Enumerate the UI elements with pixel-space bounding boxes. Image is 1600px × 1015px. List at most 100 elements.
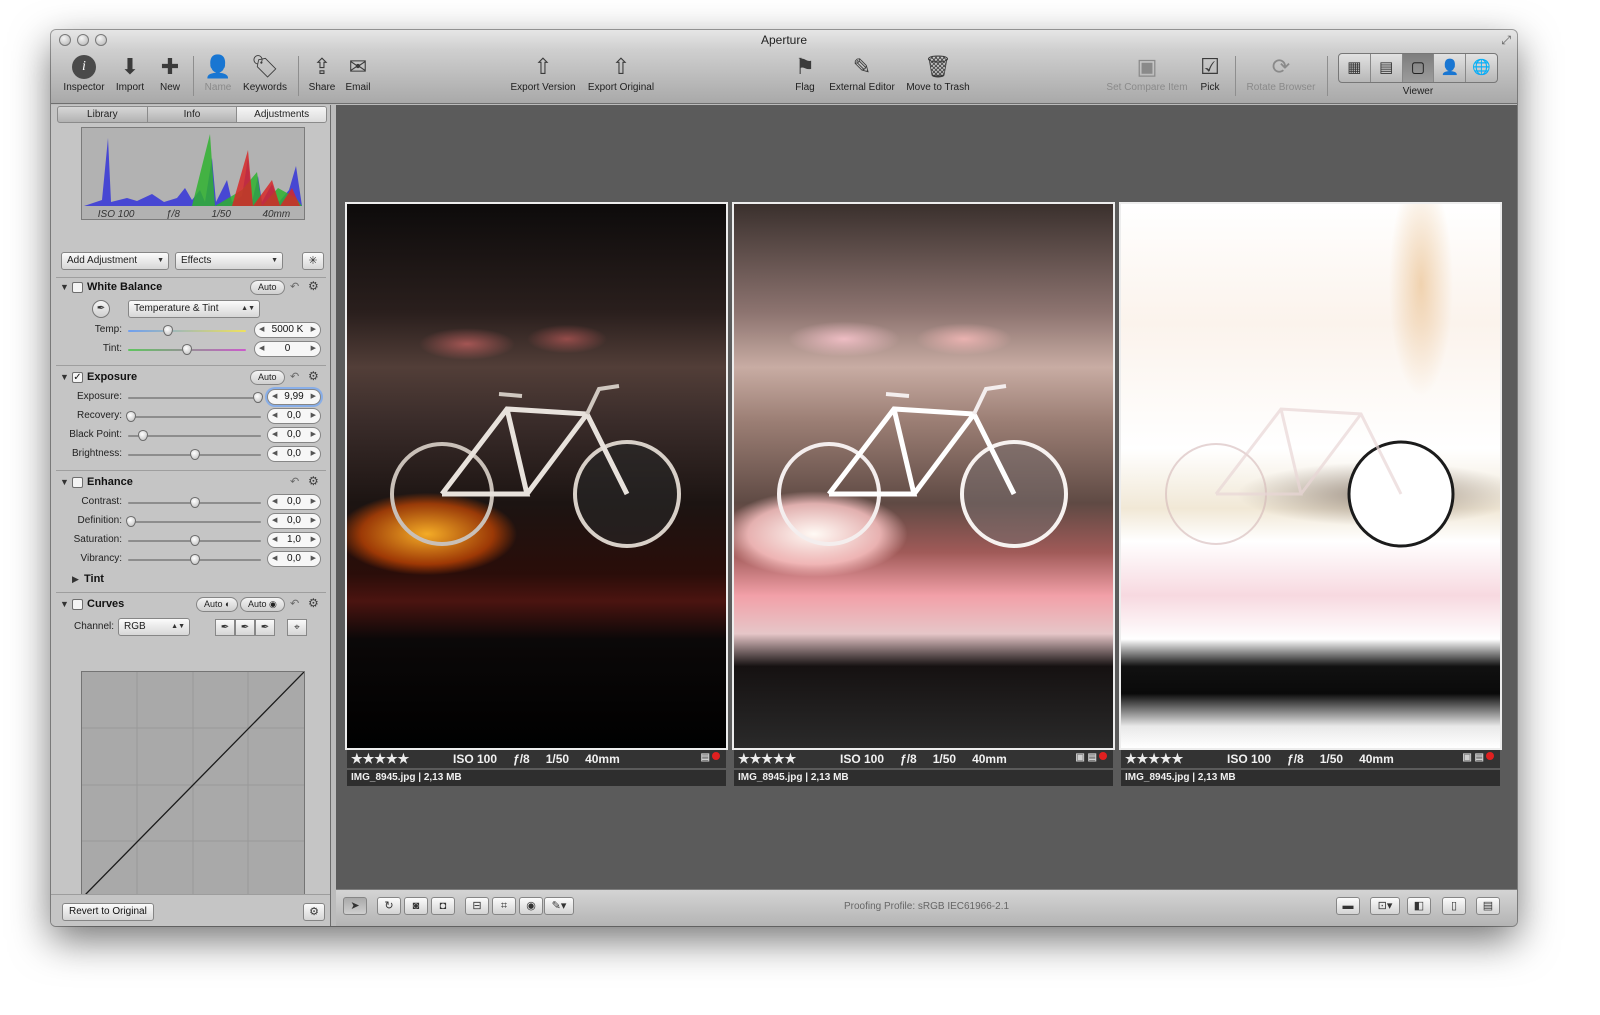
slider-thumb[interactable] bbox=[190, 554, 200, 565]
gear-icon[interactable]: ⚙ bbox=[308, 596, 319, 610]
reset-icon[interactable]: ↶ bbox=[290, 370, 299, 383]
sidebar-toggle-icon[interactable]: ▤ bbox=[1476, 897, 1500, 915]
full-screen-icon[interactable]: ▬ bbox=[1336, 897, 1360, 915]
add-adjustment-popup[interactable]: Add Adjustment ▼ bbox=[61, 252, 169, 270]
slider-thumb[interactable] bbox=[163, 325, 173, 336]
curves-auto-button[interactable]: Auto ◐ bbox=[196, 597, 239, 612]
recovery-stepper[interactable]: ◀ 0,0 ▶ bbox=[267, 408, 321, 424]
saturation-stepper[interactable]: ◀ 1,0 ▶ bbox=[267, 532, 321, 548]
inspector-button[interactable]: i Inspector bbox=[61, 52, 107, 93]
brightness-slider[interactable] bbox=[128, 449, 261, 460]
star-rating[interactable]: ★★★★★ bbox=[351, 751, 409, 767]
exposure-checkbox[interactable]: ✓ bbox=[72, 372, 83, 383]
quick-fix-wand-button[interactable]: ✳ bbox=[302, 252, 324, 270]
reset-icon[interactable]: ↶ bbox=[290, 597, 299, 610]
slider-thumb[interactable] bbox=[253, 392, 263, 403]
definition-stepper[interactable]: ◀ 0,0 ▶ bbox=[267, 513, 321, 529]
disclosure-closed-icon[interactable]: ▶ bbox=[72, 574, 79, 585]
disclosure-open-icon[interactable]: ▼ bbox=[60, 282, 69, 292]
eyedropper-icon[interactable]: ✒ bbox=[92, 300, 110, 318]
curves-auto-color-button[interactable]: Auto ◉ bbox=[240, 597, 285, 612]
white-balance-checkbox[interactable] bbox=[72, 282, 83, 293]
hud-icon[interactable]: ◧ bbox=[1407, 897, 1431, 915]
black-point-slider[interactable] bbox=[128, 430, 261, 441]
white-eyedropper-icon[interactable]: ✒ bbox=[255, 619, 275, 636]
curves-checkbox[interactable] bbox=[72, 599, 83, 610]
pick-button[interactable]: ☑ Pick bbox=[1195, 52, 1225, 93]
brightness-stepper[interactable]: ◀ 0,0 ▶ bbox=[267, 446, 321, 462]
move-to-trash-button[interactable]: 🗑 Move to Trash bbox=[902, 52, 974, 93]
email-button[interactable]: ✉ Email bbox=[341, 52, 375, 93]
image-frame-2[interactable] bbox=[732, 202, 1115, 750]
disclosure-open-icon[interactable]: ▼ bbox=[60, 477, 69, 487]
faces-icon[interactable]: 👤 bbox=[1434, 54, 1467, 82]
tab-library[interactable]: Library bbox=[58, 107, 148, 122]
filmstrip-options-icon[interactable]: ⊡▾ bbox=[1370, 897, 1400, 915]
tint-subsection-header[interactable]: ▶ Tint bbox=[51, 571, 330, 589]
white-balance-auto-button[interactable]: Auto bbox=[250, 280, 285, 295]
export-version-button[interactable]: ⇧ Export Version bbox=[506, 52, 580, 93]
gear-icon[interactable]: ⚙ bbox=[308, 369, 319, 383]
fullscreen-icon[interactable]: ⤢ bbox=[1501, 33, 1511, 48]
single-page-icon[interactable]: ▯ bbox=[1442, 897, 1466, 915]
external-editor-button[interactable]: ✎ External Editor bbox=[825, 52, 899, 93]
star-rating[interactable]: ★★★★★ bbox=[1125, 751, 1183, 767]
export-original-button[interactable]: ⇧ Export Original bbox=[583, 52, 659, 93]
disclosure-open-icon[interactable]: ▼ bbox=[60, 372, 69, 382]
keywords-button[interactable]: 🏷 Keywords bbox=[239, 52, 291, 93]
gear-icon[interactable]: ⚙ bbox=[308, 279, 319, 293]
gray-eyedropper-icon[interactable]: ✒ bbox=[235, 619, 255, 636]
slider-thumb[interactable] bbox=[190, 497, 200, 508]
flag-button[interactable]: ⚑ Flag bbox=[788, 52, 822, 93]
temp-stepper[interactable]: ◀ 5000 K ▶ bbox=[254, 322, 321, 338]
exposure-stepper[interactable]: ◀ 9,99 ▶ bbox=[267, 389, 321, 405]
add-point-crosshair-icon[interactable]: ⌖ bbox=[287, 619, 307, 636]
viewer-only-icon[interactable]: ▢ bbox=[1402, 54, 1435, 82]
reset-icon[interactable]: ↶ bbox=[290, 280, 299, 293]
slider-thumb[interactable] bbox=[190, 535, 200, 546]
slider-thumb[interactable] bbox=[138, 430, 148, 441]
browser-grid-icon[interactable]: ▦ bbox=[1339, 54, 1371, 82]
exposure-auto-button[interactable]: Auto bbox=[250, 370, 285, 385]
enhance-checkbox[interactable] bbox=[72, 477, 83, 488]
definition-slider[interactable] bbox=[126, 516, 261, 527]
places-globe-icon[interactable]: 🌐 bbox=[1466, 54, 1497, 82]
disclosure-open-icon[interactable]: ▼ bbox=[60, 599, 69, 609]
black-point-stepper[interactable]: ◀ 0,0 ▶ bbox=[267, 427, 321, 443]
vibrancy-stepper[interactable]: ◀ 0,0 ▶ bbox=[267, 551, 321, 567]
image-frame-1[interactable] bbox=[345, 202, 728, 750]
tint-stepper[interactable]: ◀ 0 ▶ bbox=[254, 341, 321, 357]
saturation-slider[interactable] bbox=[128, 535, 261, 546]
curves-graph[interactable] bbox=[81, 671, 305, 899]
slider-thumb[interactable] bbox=[182, 344, 192, 355]
gear-icon[interactable]: ⚙ bbox=[308, 474, 319, 488]
image-frame-3[interactable] bbox=[1119, 202, 1502, 750]
vibrancy-slider[interactable] bbox=[128, 554, 261, 565]
channel-popup[interactable]: RGB ▲▼ bbox=[118, 618, 190, 636]
new-button[interactable]: ✚ New bbox=[153, 52, 187, 93]
import-button[interactable]: ⬇ Import bbox=[111, 52, 149, 93]
set-compare-item-button[interactable]: ▣ Set Compare Item bbox=[1103, 52, 1191, 93]
name-button[interactable]: 👤 Name bbox=[199, 52, 237, 93]
slider-thumb[interactable] bbox=[190, 449, 200, 460]
white-balance-mode-popup[interactable]: Temperature & Tint ▲▼ bbox=[128, 300, 260, 318]
tab-adjustments[interactable]: Adjustments bbox=[237, 107, 326, 122]
tab-info[interactable]: Info bbox=[148, 107, 238, 122]
star-rating[interactable]: ★★★★★ bbox=[738, 751, 796, 767]
revert-to-original-button[interactable]: Revert to Original bbox=[62, 903, 154, 921]
recovery-slider[interactable] bbox=[126, 411, 261, 422]
split-view-icon[interactable]: ▤ bbox=[1371, 54, 1403, 82]
slider-thumb[interactable] bbox=[126, 411, 136, 422]
effects-popup[interactable]: Effects ▼ bbox=[175, 252, 283, 270]
reset-icon[interactable]: ↶ bbox=[290, 475, 299, 488]
rotate-browser-button[interactable]: ⟳ Rotate Browser bbox=[1243, 52, 1319, 93]
gear-icon[interactable]: ⚙ bbox=[303, 903, 325, 921]
exposure-slider[interactable] bbox=[128, 392, 263, 403]
share-button[interactable]: ⇪ Share bbox=[304, 52, 340, 93]
contrast-stepper[interactable]: ◀ 0,0 ▶ bbox=[267, 494, 321, 510]
contrast-slider[interactable] bbox=[128, 497, 261, 508]
black-eyedropper-icon[interactable]: ✒ bbox=[215, 619, 235, 636]
slider-thumb[interactable] bbox=[126, 516, 136, 527]
tint-slider[interactable] bbox=[128, 344, 246, 355]
temp-slider[interactable] bbox=[128, 325, 246, 336]
